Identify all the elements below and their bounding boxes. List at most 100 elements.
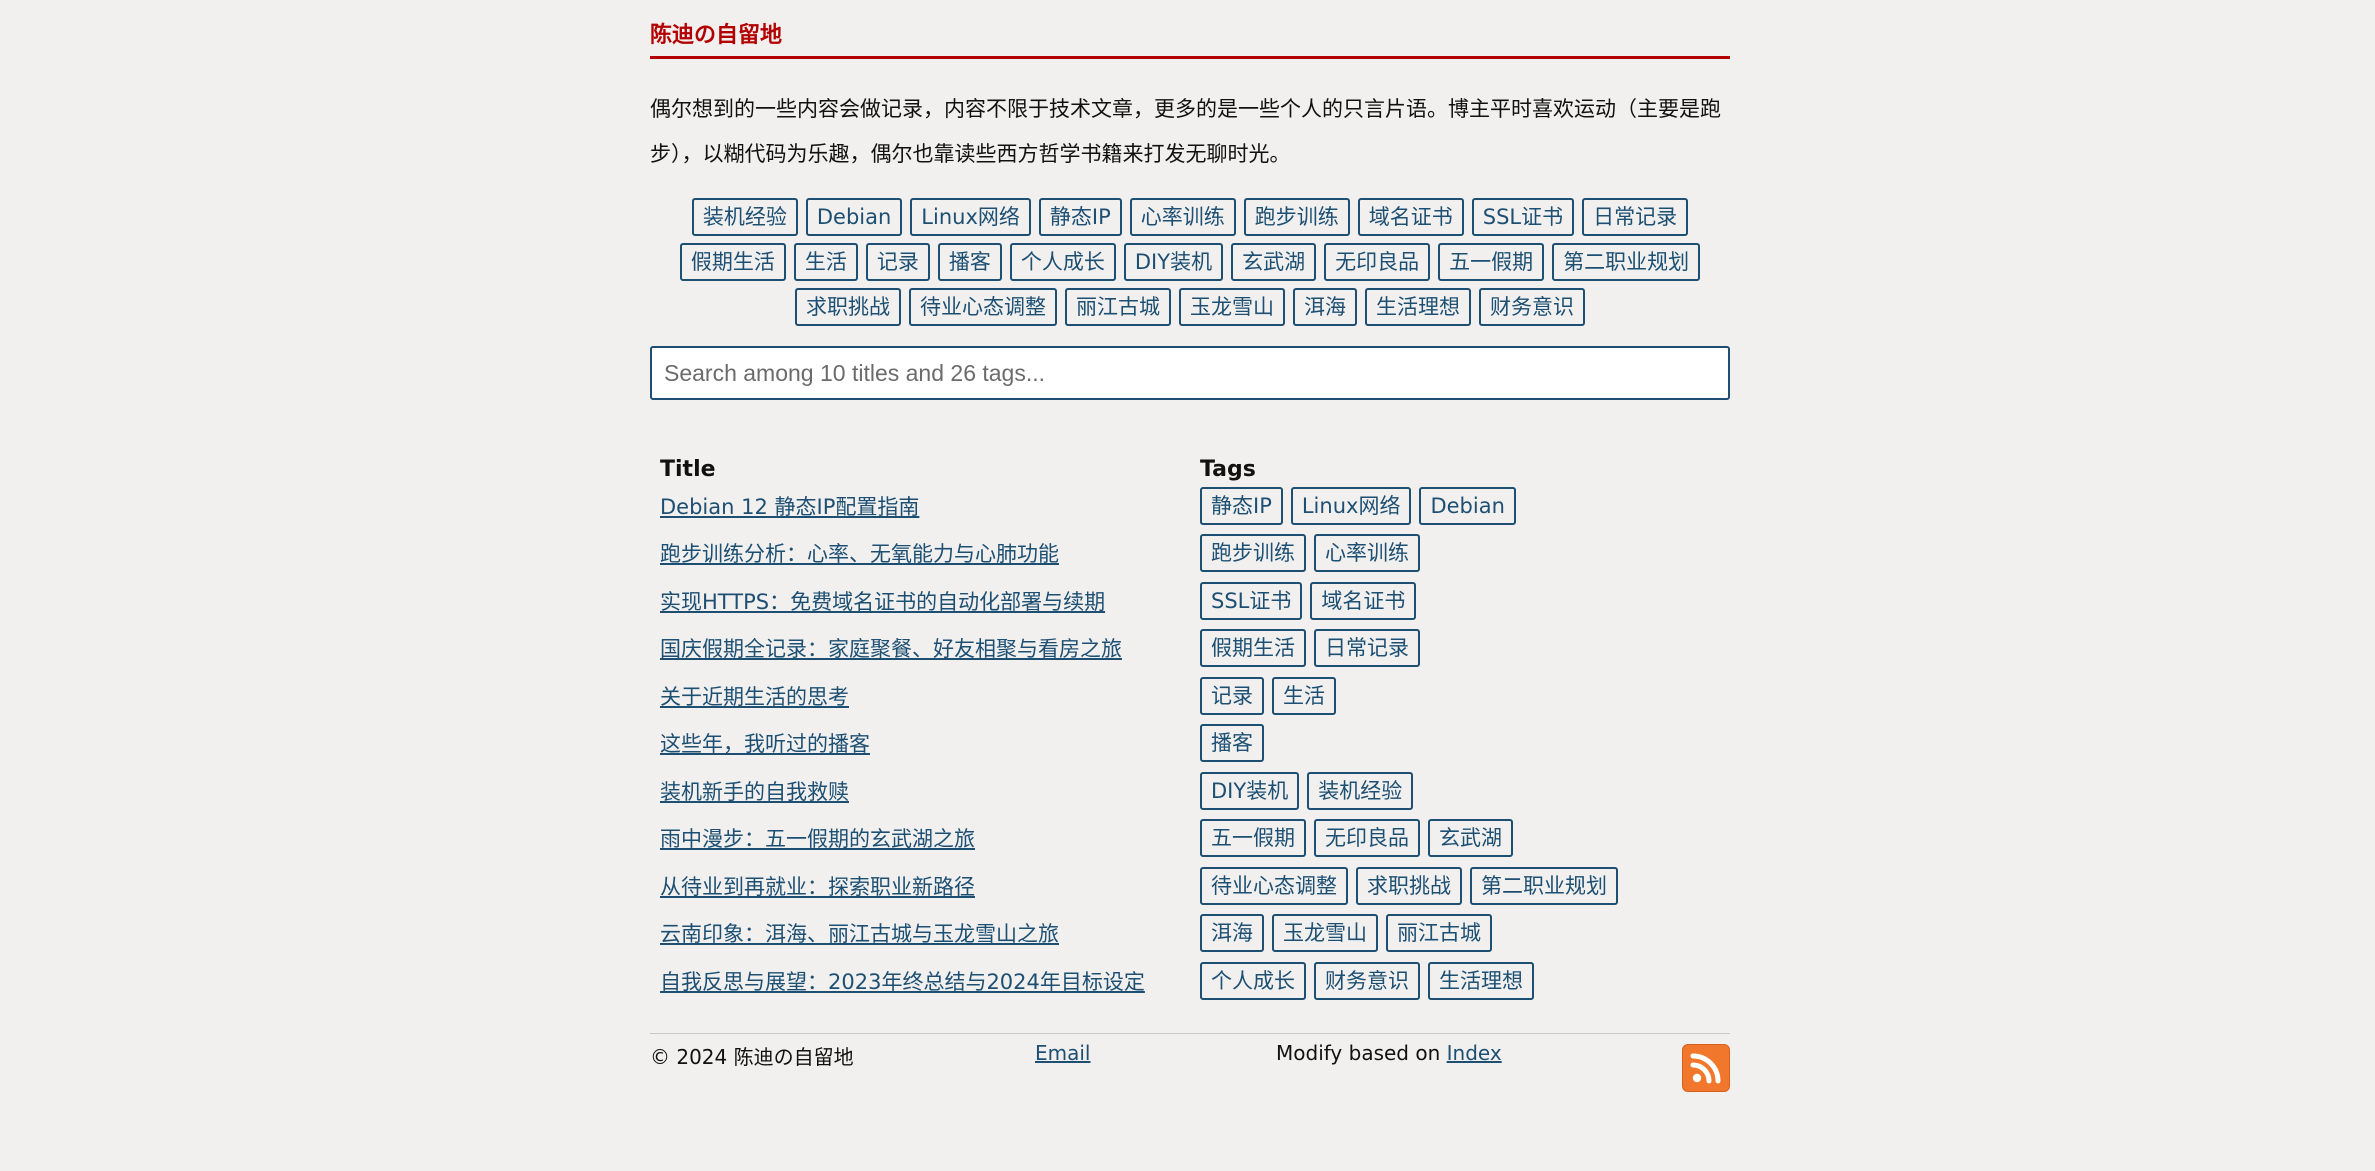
title-cell: 这些年，我听过的播客 bbox=[650, 720, 1190, 768]
site-title[interactable]: 陈迪の自留地 bbox=[650, 22, 1730, 59]
tag-cloud-item[interactable]: 日常记录 bbox=[1582, 198, 1689, 236]
tag-cloud-item[interactable]: 丽江古城 bbox=[1065, 288, 1171, 326]
tag-cloud-item[interactable]: DIY装机 bbox=[1123, 243, 1224, 281]
tag-cloud-item[interactable]: Linux网络 bbox=[910, 198, 1031, 236]
title-cell: 跑步训练分析：心率、无氧能力与心肺功能 bbox=[650, 530, 1190, 578]
post-tag[interactable]: 无印良品 bbox=[1314, 819, 1420, 858]
post-tag[interactable]: 待业心态调整 bbox=[1200, 866, 1348, 905]
post-tag[interactable]: 生活理想 bbox=[1428, 961, 1534, 1000]
title-cell: 云南印象：洱海、丽江古城与玉龙雪山之旅 bbox=[650, 910, 1190, 958]
tags-cell: 个人成长 财务意识 生活理想 bbox=[1190, 957, 1730, 1005]
table-row: 从待业到再就业：探索职业新路径 待业心态调整 求职挑战 第二职业规划 bbox=[650, 862, 1730, 910]
post-tag[interactable]: 播客 bbox=[1200, 724, 1264, 763]
email-link[interactable]: Email bbox=[1035, 1041, 1091, 1065]
title-column-header: Title bbox=[660, 457, 716, 482]
post-tag[interactable]: 域名证书 bbox=[1310, 581, 1417, 620]
tags-cell: 五一假期 无印良品 玄武湖 bbox=[1190, 815, 1730, 863]
tag-cloud-item[interactable]: 五一假期 bbox=[1438, 243, 1545, 281]
title-cell: 实现HTTPS：免费域名证书的自动化部署与续期 bbox=[650, 577, 1190, 625]
tag-cloud-item[interactable]: 待业心态调整 bbox=[909, 288, 1057, 326]
post-tag[interactable]: 跑步训练 bbox=[1200, 534, 1306, 573]
tag-cloud-item[interactable]: 生活理想 bbox=[1365, 288, 1471, 326]
post-tag[interactable]: 装机经验 bbox=[1307, 771, 1414, 810]
post-title-link[interactable]: 从待业到再就业：探索职业新路径 bbox=[660, 875, 975, 899]
copyright-text: © 2024 陈迪の自留地 bbox=[650, 1044, 854, 1069]
title-cell: 装机新手的自我救赎 bbox=[650, 767, 1190, 815]
post-tag[interactable]: 洱海 bbox=[1200, 914, 1264, 953]
post-tag[interactable]: 个人成长 bbox=[1200, 961, 1306, 1000]
post-tag[interactable]: 玄武湖 bbox=[1428, 819, 1513, 858]
post-title-link[interactable]: 关于近期生活的思考 bbox=[660, 685, 849, 709]
post-tag[interactable]: 日常记录 bbox=[1314, 629, 1420, 668]
tag-cloud-item[interactable]: 玄武湖 bbox=[1231, 243, 1317, 281]
post-tag[interactable]: 假期生活 bbox=[1200, 629, 1306, 668]
tag-cloud-item[interactable]: SSL证书 bbox=[1471, 198, 1575, 236]
post-title-link[interactable]: 装机新手的自我救赎 bbox=[660, 780, 849, 804]
post-tag[interactable]: 心率训练 bbox=[1314, 534, 1420, 573]
tags-cell: 记录 生活 bbox=[1190, 672, 1730, 720]
post-title-link[interactable]: 云南印象：洱海、丽江古城与玉龙雪山之旅 bbox=[660, 922, 1059, 946]
page-container: 陈迪の自留地 偶尔想到的一些内容会做记录，内容不限于技术文章，更多的是一些个人的… bbox=[650, 0, 1730, 1104]
post-tag[interactable]: 玉龙雪山 bbox=[1272, 914, 1378, 953]
tags-cell: 假期生活 日常记录 bbox=[1190, 625, 1730, 673]
tag-cloud-item[interactable]: 洱海 bbox=[1293, 288, 1357, 326]
post-title-link[interactable]: 国庆假期全记录：家庭聚餐、好友相聚与看房之旅 bbox=[660, 637, 1122, 661]
tag-cloud-item[interactable]: 第二职业规划 bbox=[1552, 243, 1701, 281]
post-title-link[interactable]: 雨中漫步：五一假期的玄武湖之旅 bbox=[660, 827, 975, 851]
post-tag[interactable]: Linux网络 bbox=[1290, 486, 1412, 525]
tag-cloud-item[interactable]: 域名证书 bbox=[1357, 198, 1464, 236]
post-title-link[interactable]: 这些年，我听过的播客 bbox=[660, 732, 870, 756]
tag-cloud-item[interactable]: 假期生活 bbox=[679, 243, 786, 281]
table-row: 云南印象：洱海、丽江古城与玉龙雪山之旅 洱海 玉龙雪山 丽江古城 bbox=[650, 910, 1730, 958]
post-tag[interactable]: 静态IP bbox=[1200, 486, 1283, 525]
tag-cloud-item[interactable]: 无印良品 bbox=[1324, 243, 1431, 281]
post-title-link[interactable]: 自我反思与展望：2023年终总结与2024年目标设定 bbox=[660, 970, 1145, 994]
post-tag[interactable]: SSL证书 bbox=[1200, 581, 1303, 620]
table-header-row: Title Tags bbox=[650, 448, 1730, 482]
search-input[interactable] bbox=[650, 346, 1730, 400]
post-title-link[interactable]: Debian 12 静态IP配置指南 bbox=[660, 495, 919, 519]
post-tag[interactable]: 丽江古城 bbox=[1386, 914, 1492, 953]
tag-cloud-item[interactable]: 装机经验 bbox=[691, 198, 798, 236]
intro-text: 偶尔想到的一些内容会做记录，内容不限于技术文章，更多的是一些个人的只言片语。博主… bbox=[650, 97, 1721, 166]
post-tag[interactable]: Debian bbox=[1419, 486, 1516, 525]
tags-cell: SSL证书 域名证书 bbox=[1190, 577, 1730, 625]
title-cell: 自我反思与展望：2023年终总结与2024年目标设定 bbox=[650, 957, 1190, 1005]
table-row: 关于近期生活的思考 记录 生活 bbox=[650, 672, 1730, 720]
tag-cloud-item[interactable]: 静态IP bbox=[1038, 198, 1122, 236]
tag-cloud-item[interactable]: 心率训练 bbox=[1129, 198, 1236, 236]
post-tag[interactable]: 五一假期 bbox=[1200, 819, 1306, 858]
tag-cloud-item[interactable]: 求职挑战 bbox=[795, 288, 901, 326]
tags-cell: 跑步训练 心率训练 bbox=[1190, 530, 1730, 578]
rss-glyph bbox=[1690, 1053, 1721, 1083]
post-tag[interactable]: 求职挑战 bbox=[1356, 866, 1462, 905]
title-cell: Debian 12 静态IP配置指南 bbox=[650, 482, 1190, 530]
tag-cloud-item[interactable]: 生活 bbox=[793, 243, 858, 281]
tag-cloud-item[interactable]: 跑步训练 bbox=[1243, 198, 1350, 236]
post-tag[interactable]: 财务意识 bbox=[1314, 961, 1420, 1000]
post-title-link[interactable]: 跑步训练分析：心率、无氧能力与心肺功能 bbox=[660, 542, 1059, 566]
rss-icon[interactable] bbox=[1682, 1043, 1730, 1092]
tags-cell: 播客 bbox=[1190, 720, 1730, 768]
tags-cell: 洱海 玉龙雪山 丽江古城 bbox=[1190, 910, 1730, 958]
table-row: 装机新手的自我救赎 DIY装机 装机经验 bbox=[650, 767, 1730, 815]
tag-cloud-item[interactable]: Debian bbox=[805, 198, 903, 236]
table-row: 实现HTTPS：免费域名证书的自动化部署与续期 SSL证书 域名证书 bbox=[650, 577, 1730, 625]
tag-cloud-item[interactable]: 财务意识 bbox=[1479, 288, 1585, 326]
index-link[interactable]: Index bbox=[1447, 1041, 1502, 1065]
tag-cloud-item[interactable]: 记录 bbox=[865, 243, 930, 281]
tags-cell: 静态IP Linux网络 Debian bbox=[1190, 482, 1730, 530]
tag-cloud-item[interactable]: 玉龙雪山 bbox=[1179, 288, 1285, 326]
post-title-link[interactable]: 实现HTTPS：免费域名证书的自动化部署与续期 bbox=[660, 590, 1105, 614]
post-tag[interactable]: 第二职业规划 bbox=[1470, 866, 1618, 905]
footer: © 2024 陈迪の自留地 Email Modify based on Inde… bbox=[650, 1032, 1730, 1104]
post-tag[interactable]: 记录 bbox=[1200, 676, 1264, 715]
post-tag[interactable]: 生活 bbox=[1272, 676, 1336, 715]
tag-cloud-item[interactable]: 个人成长 bbox=[1009, 243, 1116, 281]
posts-table: Title Tags Debian 12 静态IP配置指南 静态IP Linux网络… bbox=[650, 448, 1730, 1005]
tags-cell: 待业心态调整 求职挑战 第二职业规划 bbox=[1190, 862, 1730, 910]
modify-text: Modify based on bbox=[1276, 1040, 1447, 1065]
post-tag[interactable]: DIY装机 bbox=[1200, 771, 1300, 810]
tags-cell: DIY装机 装机经验 bbox=[1190, 767, 1730, 815]
tag-cloud-item[interactable]: 播客 bbox=[937, 243, 1002, 281]
